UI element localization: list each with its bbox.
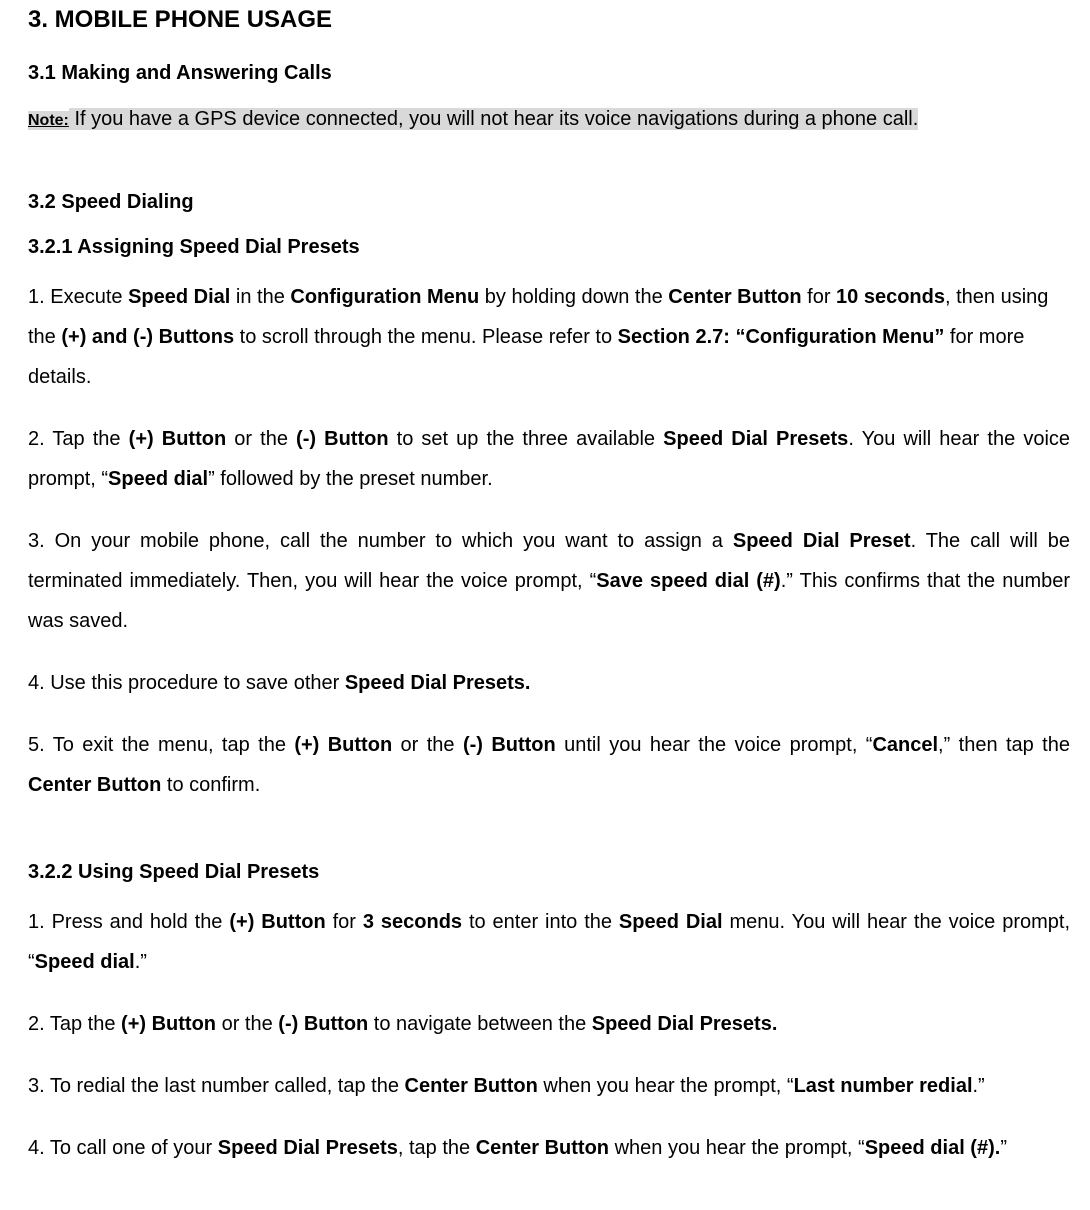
bold-text: (+) Button — [294, 734, 392, 756]
text: 1. Press and hold the — [28, 911, 229, 933]
bold-text: Center Button — [476, 1137, 609, 1159]
bold-text: Center Button — [405, 1075, 538, 1097]
text: 3. On your mobile phone, call the number… — [28, 530, 733, 552]
bold-text: Speed Dial Presets — [663, 428, 848, 450]
bold-text: (+) Button — [121, 1013, 216, 1035]
text: when you hear the prompt, “ — [538, 1075, 794, 1097]
bold-text: (-) Button — [463, 734, 556, 756]
text: to set up the three available — [389, 428, 664, 450]
text: to scroll through the menu. Please refer… — [234, 326, 618, 348]
bold-text: Speed Dial — [128, 286, 230, 308]
text: to navigate between the — [368, 1013, 592, 1035]
step-3-2-1-4: 4. Use this procedure to save other Spee… — [28, 663, 1070, 703]
bold-text: Configuration Menu — [290, 286, 479, 308]
text: ” — [1000, 1137, 1007, 1159]
step-3-2-2-3: 3. To redial the last number called, tap… — [28, 1066, 1070, 1106]
section-title: 3. MOBILE PHONE USAGE — [28, 6, 1070, 34]
step-3-2-2-1: 1. Press and hold the (+) Button for 3 s… — [28, 902, 1070, 982]
bold-text: 3 seconds — [363, 911, 462, 933]
text: ” followed by the preset number. — [208, 468, 493, 490]
text: for — [326, 911, 363, 933]
bold-text: Cancel — [872, 734, 938, 756]
note-label: Note: — [28, 111, 69, 130]
text: 2. Tap the — [28, 428, 129, 450]
text: by holding down the — [479, 286, 668, 308]
bold-text: (-) Button — [278, 1013, 368, 1035]
text: in the — [230, 286, 290, 308]
bold-text: Section 2.7: “Configuration Menu” — [618, 326, 945, 348]
subsection-3-1-heading: 3.1 Making and Answering Calls — [28, 62, 1070, 85]
bold-text: Center Button — [28, 774, 161, 796]
text: 1. Execute — [28, 286, 128, 308]
bold-text: (+) and (-) Buttons — [61, 326, 234, 348]
text: 4. Use this procedure to save other — [28, 672, 345, 694]
subsubsection-3-2-1-heading: 3.2.1 Assigning Speed Dial Presets — [28, 236, 1070, 259]
text: , tap the — [398, 1137, 476, 1159]
bold-text: Last number redial — [794, 1075, 973, 1097]
note-text: If you have a GPS device connected, you … — [69, 108, 918, 130]
subsubsection-3-2-2-heading: 3.2.2 Using Speed Dial Presets — [28, 861, 1070, 884]
bold-text: (+) Button — [129, 428, 227, 450]
text: or the — [392, 734, 463, 756]
step-3-2-1-3: 3. On your mobile phone, call the number… — [28, 521, 1070, 641]
text: for — [802, 286, 836, 308]
step-3-2-1-5: 5. To exit the menu, tap the (+) Button … — [28, 725, 1070, 805]
text: .” — [973, 1075, 985, 1097]
bold-text: Speed dial — [35, 951, 135, 973]
text: 3. To redial the last number called, tap… — [28, 1075, 405, 1097]
bold-text: Speed dial — [108, 468, 208, 490]
text: 4. To call one of your — [28, 1137, 218, 1159]
text: to enter into the — [462, 911, 619, 933]
bold-text: 10 seconds — [836, 286, 945, 308]
text: to confirm. — [161, 774, 260, 796]
text: .” — [135, 951, 147, 973]
text: when you hear the prompt, “ — [609, 1137, 865, 1159]
bold-text: Speed Dial Presets — [218, 1137, 398, 1159]
document-page: 3. MOBILE PHONE USAGE 3.1 Making and Ans… — [0, 0, 1090, 1210]
bold-text: Save speed dial (#) — [596, 570, 780, 592]
text: 2. Tap the — [28, 1013, 121, 1035]
bold-text: Speed Dial Preset — [733, 530, 911, 552]
bold-text: Center Button — [668, 286, 801, 308]
text: 5. To exit the menu, tap the — [28, 734, 294, 756]
text: until you hear the voice prompt, “ — [556, 734, 873, 756]
bold-text: Speed dial (#). — [865, 1137, 1001, 1159]
text: or the — [226, 428, 296, 450]
step-3-2-1-1: 1. Execute Speed Dial in the Configurati… — [28, 277, 1070, 397]
text: ,” then tap the — [938, 734, 1070, 756]
bold-text: (-) Button — [296, 428, 389, 450]
bold-text: (+) Button — [229, 911, 325, 933]
text: or the — [216, 1013, 278, 1035]
step-3-2-2-2: 2. Tap the (+) Button or the (-) Button … — [28, 1004, 1070, 1044]
bold-text: Speed Dial Presets. — [592, 1013, 778, 1035]
step-3-2-1-2: 2. Tap the (+) Button or the (-) Button … — [28, 419, 1070, 499]
note-box: Note: If you have a GPS device connected… — [28, 103, 1070, 135]
subsection-3-2-heading: 3.2 Speed Dialing — [28, 191, 1070, 214]
bold-text: Speed Dial Presets. — [345, 672, 531, 694]
step-3-2-2-4: 4. To call one of your Speed Dial Preset… — [28, 1128, 1070, 1168]
bold-text: Speed Dial — [619, 911, 723, 933]
